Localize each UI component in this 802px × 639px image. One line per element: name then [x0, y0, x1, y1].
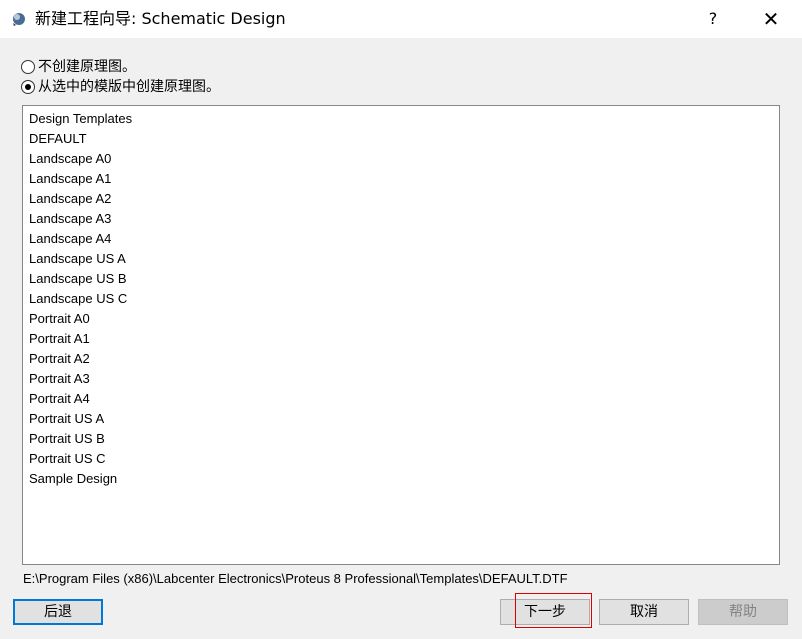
radio-label-from-template: 从选中的模版中创建原理图。 — [38, 79, 220, 95]
list-item[interactable]: Portrait A1 — [29, 329, 90, 349]
radio-from-template[interactable]: 从选中的模版中创建原理图。 — [21, 77, 220, 97]
proteus-app-icon — [11, 11, 27, 27]
next-button[interactable]: 下一步 — [500, 599, 590, 625]
list-item[interactable]: Portrait A4 — [29, 389, 90, 409]
list-item[interactable]: Portrait A3 — [29, 369, 90, 389]
help-button: 帮助 — [698, 599, 788, 625]
list-item[interactable]: Landscape A0 — [29, 149, 111, 169]
list-item[interactable]: Sample Design — [29, 469, 117, 489]
list-item[interactable]: Portrait US C — [29, 449, 106, 469]
list-item[interactable]: Portrait A2 — [29, 349, 90, 369]
list-item[interactable]: Portrait US A — [29, 409, 104, 429]
template-path-label: E:\Program Files (x86)\Labcenter Electro… — [23, 571, 568, 586]
list-item[interactable]: DEFAULT — [29, 129, 87, 149]
list-item[interactable]: Landscape A1 — [29, 169, 111, 189]
list-item[interactable]: Landscape A2 — [29, 189, 111, 209]
list-item[interactable]: Landscape US B — [29, 269, 127, 289]
title-bar: 新建工程向导: Schematic Design ? ✕ — [0, 0, 802, 38]
radio-button-from-template[interactable] — [21, 80, 35, 94]
list-item[interactable]: Portrait A0 — [29, 309, 90, 329]
window-title: 新建工程向导: Schematic Design — [35, 9, 286, 28]
back-button[interactable]: 后退 — [13, 599, 103, 625]
cancel-button[interactable]: 取消 — [599, 599, 689, 625]
template-listbox[interactable]: Design Templates DEFAULT Landscape A0 La… — [22, 105, 780, 565]
radio-label-no-schematic: 不创建原理图。 — [38, 59, 136, 75]
list-item-header: Design Templates — [29, 111, 133, 126]
list-item[interactable]: Landscape A3 — [29, 209, 111, 229]
help-question-button[interactable]: ? — [690, 0, 736, 38]
close-button[interactable]: ✕ — [748, 0, 794, 38]
list-item[interactable]: Portrait US B — [29, 429, 105, 449]
radio-button-no-schematic[interactable] — [21, 60, 35, 74]
list-item[interactable]: Landscape US A — [29, 249, 126, 269]
list-item[interactable]: Landscape US C — [29, 289, 127, 309]
radio-no-schematic[interactable]: 不创建原理图。 — [21, 57, 136, 77]
list-item[interactable]: Landscape A4 — [29, 229, 111, 249]
